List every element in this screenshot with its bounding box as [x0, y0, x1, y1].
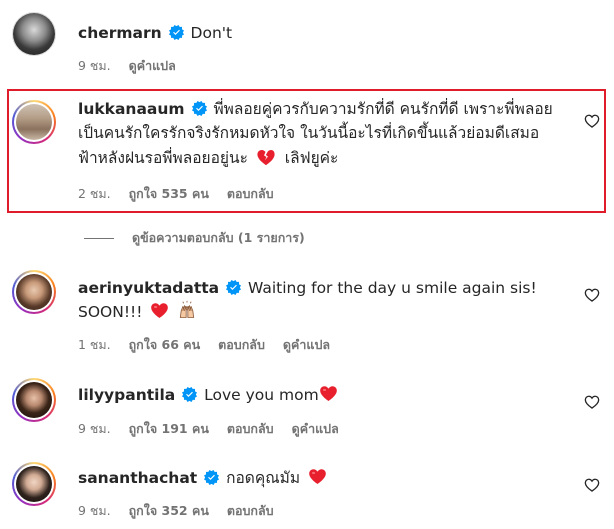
- avatar[interactable]: [12, 100, 56, 144]
- like-heart-icon[interactable]: [584, 394, 600, 410]
- avatar-image: [16, 104, 52, 140]
- likes-count[interactable]: ถูกใจ 352 คน: [129, 503, 209, 518]
- avatar-image: [13, 13, 55, 55]
- comment-time[interactable]: 2 ชม.: [78, 186, 111, 201]
- comment-time[interactable]: 1 ชม.: [78, 337, 111, 352]
- comment-body: chermarn Don't: [78, 22, 574, 44]
- comment-body: sananthachat กอดคุณมัม: [78, 467, 574, 489]
- comment-text-line: พี่พลอยคู่ควรกับความรักที่ดี คนรักที่ดี …: [213, 100, 553, 118]
- comment-text: กอดคุณมัม: [226, 469, 301, 487]
- like-heart-icon[interactable]: [584, 287, 600, 303]
- likes-count[interactable]: ถูกใจ 535 คน: [129, 186, 209, 201]
- verified-badge-icon: [182, 387, 197, 402]
- like-heart-icon[interactable]: [584, 113, 600, 129]
- avatar[interactable]: [12, 462, 56, 506]
- red-heart-emoji: [308, 467, 327, 486]
- comment-text-line: ฟ้าหลังฝนรอพี่พลอยอยู่นะ: [78, 149, 248, 167]
- comment-meta: 2 ชม. ถูกใจ 535 คน ตอบกลับ: [78, 184, 288, 204]
- likes-count[interactable]: ถูกใจ 66 คน: [129, 337, 201, 352]
- avatar-image: [16, 466, 52, 502]
- verified-badge-icon: [226, 280, 241, 295]
- avatar-image: [16, 274, 52, 310]
- reply-button[interactable]: ตอบกลับ: [227, 421, 274, 436]
- avatar-image: [16, 382, 52, 418]
- avatar[interactable]: [12, 378, 56, 422]
- comment-username[interactable]: sananthachat: [78, 469, 197, 487]
- verified-badge-icon: [192, 101, 207, 116]
- comment-text: Don't: [190, 24, 233, 42]
- comment-meta: 9 ชม. ถูกใจ 191 คน ตอบกลับ ดูคำแปล: [78, 419, 353, 439]
- comment-username[interactable]: aerinyuktadatta: [78, 279, 219, 297]
- red-heart-emoji: [319, 384, 338, 403]
- broken-heart-emoji: [257, 149, 275, 166]
- comment-body: lilyypantila Love you mom: [78, 384, 574, 406]
- avatar[interactable]: [12, 12, 56, 56]
- verified-badge-icon: [169, 25, 184, 40]
- comment-username[interactable]: lukkanaaum: [78, 100, 185, 118]
- reply-button[interactable]: ตอบกลับ: [227, 186, 274, 201]
- comment-text-line: เลิฟยูค่ะ: [284, 149, 339, 167]
- see-translation-button[interactable]: ดูคำแปล: [283, 337, 330, 352]
- comment-username[interactable]: lilyypantila: [78, 386, 175, 404]
- verified-badge-icon: [204, 470, 219, 485]
- comment-body-line: SOON!!!: [78, 300, 574, 323]
- comment-text-line: เป็นคนรักใครรักจริงรักหมดหัวใจ ในวันนี้อ…: [78, 124, 540, 142]
- raised-hands-emoji: [180, 300, 195, 318]
- view-replies-button[interactable]: ดูข้อความตอบกลับ (1 รายการ): [84, 228, 305, 248]
- comment-username[interactable]: chermarn: [78, 24, 162, 42]
- comment-body: aerinyuktadatta Waiting for the day u sm…: [78, 277, 574, 299]
- comment-meta: 1 ชม. ถูกใจ 66 คน ตอบกลับ ดูคำแปล: [78, 335, 344, 355]
- reply-button[interactable]: ตอบกลับ: [218, 337, 265, 352]
- like-heart-icon[interactable]: [584, 477, 600, 493]
- view-replies-label: ดูข้อความตอบกลับ (1 รายการ): [132, 230, 305, 245]
- comment-time[interactable]: 9 ชม.: [78, 58, 111, 73]
- avatar[interactable]: [12, 270, 56, 314]
- comment-time[interactable]: 9 ชม.: [78, 421, 111, 436]
- see-translation-button[interactable]: ดูคำแปล: [129, 58, 176, 73]
- comment-meta: 9 ชม. ถูกใจ 352 คน ตอบกลับ: [78, 501, 288, 521]
- reply-button[interactable]: ตอบกลับ: [227, 503, 274, 518]
- comment-body: lukkanaaum พี่พลอยคู่ควรกับความรักที่ดี …: [78, 98, 574, 120]
- red-heart-emoji: [150, 301, 169, 320]
- comment-text-line: SOON!!!: [78, 303, 143, 321]
- comment-body-line: ฟ้าหลังฝนรอพี่พลอยอยู่นะ เลิฟยูค่ะ: [78, 147, 574, 169]
- comment-time[interactable]: 9 ชม.: [78, 503, 111, 518]
- see-translation-button[interactable]: ดูคำแปล: [292, 421, 339, 436]
- comment-meta: 9 ชม. ดูคำแปล: [78, 56, 190, 76]
- comment-text-line: Waiting for the day u smile again sis!: [248, 279, 537, 297]
- replies-divider: [84, 238, 114, 239]
- comment-text: Love you mom: [204, 386, 319, 404]
- likes-count[interactable]: ถูกใจ 191 คน: [129, 421, 209, 436]
